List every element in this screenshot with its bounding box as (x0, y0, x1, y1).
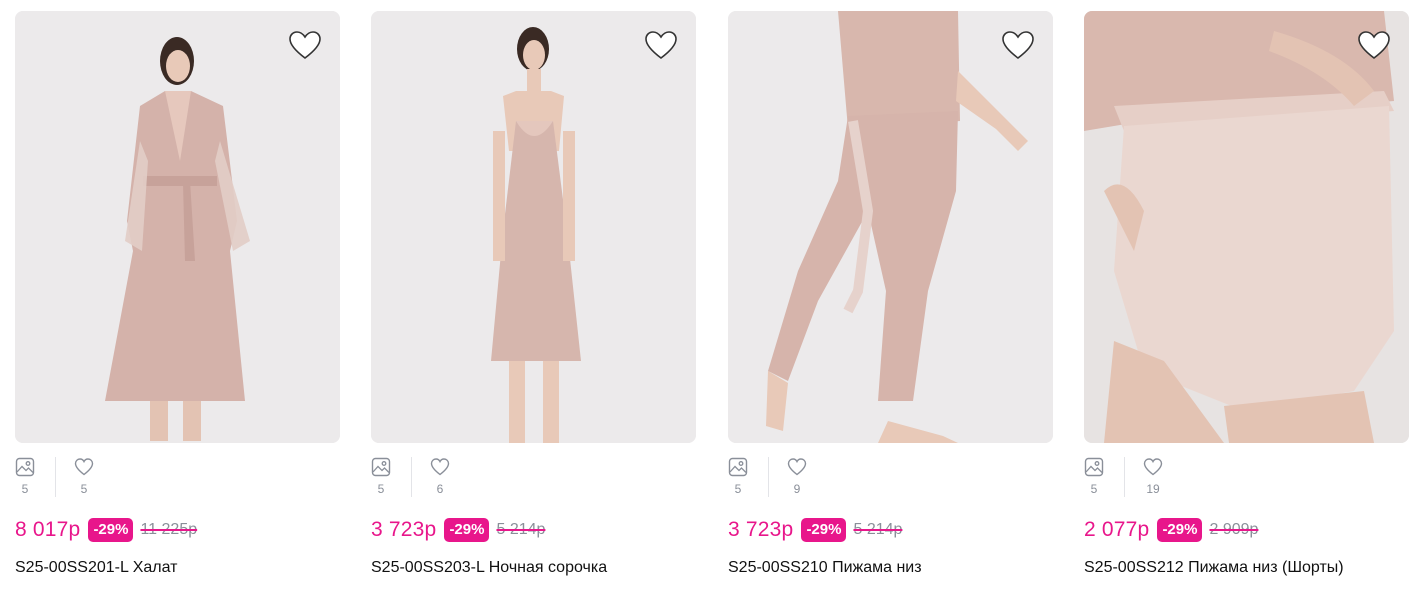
product-stats: 5 6 (371, 457, 450, 497)
product-image[interactable] (728, 11, 1053, 443)
photos-stat[interactable]: 5 (728, 457, 748, 497)
discount-badge: -29% (88, 518, 134, 542)
favorite-heart-icon[interactable] (1001, 30, 1035, 60)
price-row: 3 723р -29% 5 214р (371, 516, 545, 544)
divider (768, 457, 769, 497)
divider (1124, 457, 1125, 497)
price-row: 8 017р -29% 11 225р (15, 516, 197, 544)
product-card[interactable]: 5 9 3 723р -29% 5 214р S25-00SS210 Пижам… (728, 0, 1053, 591)
old-price: 5 214р (853, 521, 903, 538)
product-title[interactable]: S25-00SS203-L Ночная сорочка (371, 557, 607, 579)
heart-icon (74, 458, 94, 476)
product-card[interactable]: 5 6 3 723р -29% 5 214р S25-00SS203-L Ноч… (371, 0, 696, 591)
product-stats: 5 9 (728, 457, 807, 497)
image-icon (728, 457, 748, 477)
photos-count: 5 (734, 482, 742, 496)
current-price: 3 723р (728, 518, 794, 541)
product-title[interactable]: S25-00SS201-L Халат (15, 557, 178, 579)
discount-badge: -29% (444, 518, 490, 542)
photos-count: 5 (21, 482, 29, 496)
likes-count: 5 (80, 482, 88, 496)
favorite-heart-icon[interactable] (644, 30, 678, 60)
photos-count: 5 (1090, 482, 1098, 496)
likes-stat[interactable]: 19 (1143, 457, 1163, 497)
old-price: 5 214р (496, 521, 546, 538)
likes-count: 9 (793, 482, 801, 496)
image-icon (371, 457, 391, 477)
old-price: 11 225р (140, 521, 198, 538)
likes-stat[interactable]: 9 (787, 457, 807, 497)
divider (55, 457, 56, 497)
current-price: 8 017р (15, 518, 81, 541)
favorite-heart-icon[interactable] (288, 30, 322, 60)
photos-stat[interactable]: 5 (15, 457, 35, 497)
photos-stat[interactable]: 5 (371, 457, 391, 497)
product-grid: 5 5 8 017р -29% 11 225р S25-00SS201-L Ха… (0, 0, 1422, 591)
favorite-heart-icon[interactable] (1357, 30, 1391, 60)
pajama-pants-photo (728, 11, 1053, 443)
product-card[interactable]: 5 5 8 017р -29% 11 225р S25-00SS201-L Ха… (15, 0, 340, 591)
likes-stat[interactable]: 5 (74, 457, 94, 497)
product-stats: 5 5 (15, 457, 94, 497)
divider (411, 457, 412, 497)
old-price: 2 909р (1209, 521, 1259, 538)
product-image[interactable] (1084, 11, 1409, 443)
product-title[interactable]: S25-00SS212 Пижама низ (Шорты) (1084, 557, 1344, 579)
product-image[interactable] (371, 11, 696, 443)
image-icon (15, 457, 35, 477)
nightgown-photo (371, 11, 696, 443)
discount-badge: -29% (1157, 518, 1203, 542)
discount-badge: -29% (801, 518, 847, 542)
image-icon (1084, 457, 1104, 477)
price-row: 3 723р -29% 5 214р (728, 516, 902, 544)
current-price: 2 077р (1084, 518, 1150, 541)
product-card[interactable]: 5 19 2 077р -29% 2 909р S25-00SS212 Пижа… (1084, 0, 1409, 591)
photos-stat[interactable]: 5 (1084, 457, 1104, 497)
heart-icon (1143, 458, 1163, 476)
product-title[interactable]: S25-00SS210 Пижама низ (728, 557, 922, 579)
heart-icon (430, 458, 450, 476)
likes-count: 6 (436, 482, 444, 496)
price-row: 2 077р -29% 2 909р (1084, 516, 1258, 544)
heart-icon (787, 458, 807, 476)
likes-count: 19 (1146, 482, 1160, 496)
pajama-shorts-photo (1084, 11, 1409, 443)
photos-count: 5 (377, 482, 385, 496)
product-image[interactable] (15, 11, 340, 443)
current-price: 3 723р (371, 518, 437, 541)
product-stats: 5 19 (1084, 457, 1163, 497)
robe-photo (15, 11, 340, 443)
likes-stat[interactable]: 6 (430, 457, 450, 497)
